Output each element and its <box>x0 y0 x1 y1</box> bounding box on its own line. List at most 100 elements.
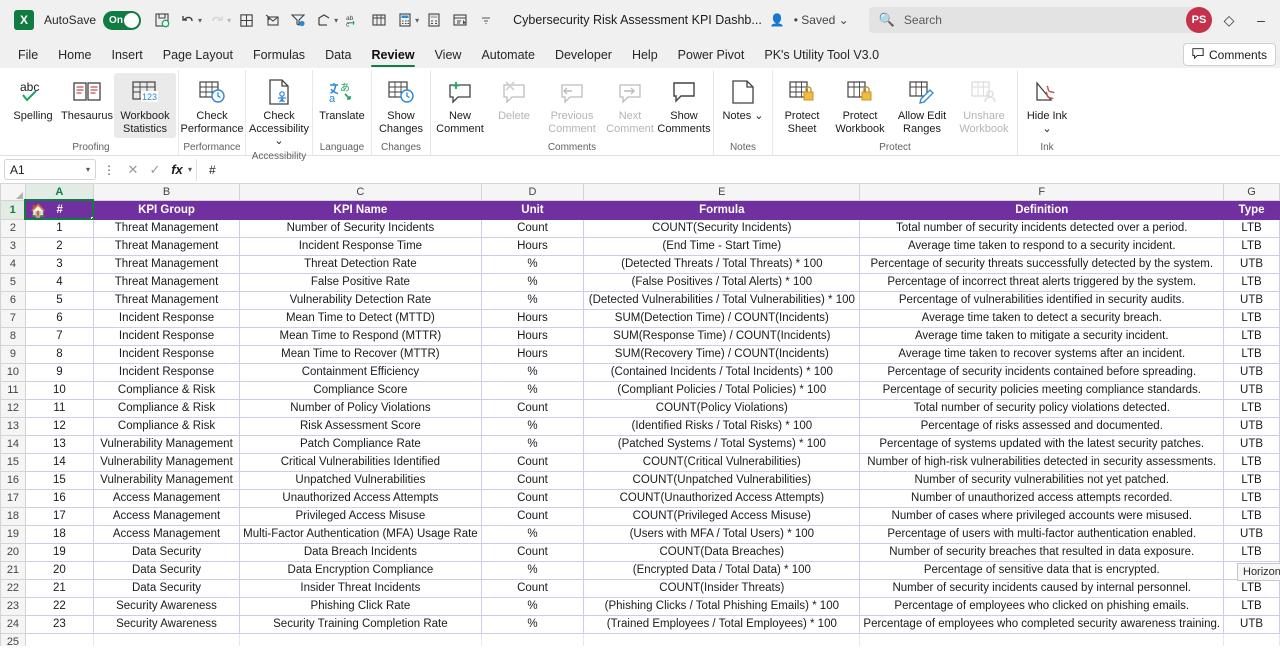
cell-group[interactable]: Compliance & Risk <box>92 416 241 436</box>
cell-unit[interactable]: Hours <box>480 326 585 346</box>
cell-n[interactable]: 6 <box>24 308 94 328</box>
cell-formula[interactable]: COUNT(Unpatched Vulnerabilities) <box>583 470 861 490</box>
cell-type[interactable]: UTB <box>1223 614 1280 634</box>
cell-empty[interactable] <box>583 632 861 646</box>
tab-page-layout[interactable]: Page Layout <box>153 45 243 68</box>
cell-n[interactable]: 7 <box>24 326 94 346</box>
cell-definition[interactable]: Number of security vulnerabilities not y… <box>859 470 1225 490</box>
cell-group[interactable]: Incident Response <box>92 308 241 328</box>
cell-type[interactable]: LTB <box>1223 578 1280 598</box>
cell-n[interactable]: 8 <box>24 344 94 364</box>
row-header-15[interactable]: 15 <box>0 452 26 472</box>
cell-kpi[interactable]: Data Encryption Compliance <box>239 560 482 580</box>
cell-group[interactable]: Data Security <box>92 578 241 598</box>
row-header-4[interactable]: 4 <box>0 254 26 274</box>
cell-kpi[interactable]: Data Breach Incidents <box>239 542 482 562</box>
minimize-button[interactable]: – <box>1246 6 1276 34</box>
cell-type[interactable]: LTB <box>1223 470 1280 490</box>
cell-kpi[interactable]: Insider Threat Incidents <box>239 578 482 598</box>
tab-file[interactable]: File <box>8 45 48 68</box>
ribbon-button-translate[interactable]: あ a Translate <box>315 73 369 126</box>
formula-input[interactable]: # <box>196 158 1276 181</box>
calculator2-icon[interactable] <box>421 7 447 33</box>
cell-unit[interactable]: Count <box>480 398 585 418</box>
cell-n[interactable]: 2 <box>24 236 94 256</box>
cell-kpi[interactable]: Patch Compliance Rate <box>239 434 482 454</box>
tab-view[interactable]: View <box>425 45 472 68</box>
cell-unit[interactable]: Count <box>480 488 585 508</box>
cell-type[interactable]: LTB <box>1223 326 1280 346</box>
cell-unit[interactable]: Hours <box>480 308 585 328</box>
tab-pk-s-utility-tool-v3-0[interactable]: PK's Utility Tool V3.0 <box>754 45 889 68</box>
row-header-2[interactable]: 2 <box>0 218 26 238</box>
cell-kpi[interactable]: Critical Vulnerabilities Identified <box>239 452 482 472</box>
cell-group[interactable]: Threat Management <box>92 236 241 256</box>
cell-unit[interactable]: % <box>480 362 585 382</box>
cell-empty[interactable] <box>1223 632 1280 646</box>
comments-button[interactable]: Comments <box>1182 43 1276 66</box>
row-header-25[interactable]: 25 <box>0 632 26 646</box>
cell-kpi[interactable]: Threat Detection Rate <box>239 254 482 274</box>
cell-formula[interactable]: (Phishing Clicks / Total Phishing Emails… <box>583 596 861 616</box>
cell-type[interactable]: LTB <box>1223 452 1280 472</box>
cell-formula[interactable]: (End Time - Start Time) <box>583 236 861 256</box>
cell-definition[interactable]: Number of cases where privileged account… <box>859 506 1225 526</box>
cell-n[interactable]: 1 <box>24 218 94 238</box>
ribbon-button-new-comment[interactable]: New Comment <box>433 73 487 138</box>
cell-type[interactable]: UTB <box>1223 362 1280 382</box>
fill-handle[interactable] <box>90 216 93 218</box>
insert-function-icon[interactable]: fx <box>166 159 188 181</box>
cell-kpi[interactable]: Privileged Access Misuse <box>239 506 482 526</box>
tab-insert[interactable]: Insert <box>102 45 153 68</box>
ribbon-button-check-accessibility[interactable]: Check Accessibility ⌄ <box>248 73 310 151</box>
cell-definition[interactable]: Number of security breaches that resulte… <box>859 542 1225 562</box>
ribbon-button-protect-workbook[interactable]: Protect Workbook <box>829 73 891 138</box>
ribbon-button-notes[interactable]: Notes ⌄ <box>716 73 770 126</box>
cell-group[interactable]: Access Management <box>92 488 241 508</box>
cell-unit[interactable]: Count <box>480 542 585 562</box>
cell-definition[interactable]: Percentage of security policies meeting … <box>859 380 1225 400</box>
tab-automate[interactable]: Automate <box>471 45 545 68</box>
cell-n[interactable]: 12 <box>24 416 94 436</box>
cell-unit[interactable]: Count <box>480 506 585 526</box>
row-header-17[interactable]: 17 <box>0 488 26 508</box>
tab-review[interactable]: Review <box>361 45 424 68</box>
cell-type[interactable]: LTB <box>1223 506 1280 526</box>
share-caret-icon[interactable]: ▾ <box>334 16 338 25</box>
column-header-B[interactable]: B <box>92 184 241 201</box>
cell-definition[interactable]: Number of high-risk vulnerabilities dete… <box>859 452 1225 472</box>
cell-n[interactable]: 11 <box>24 398 94 418</box>
cell-n[interactable]: 10 <box>24 380 94 400</box>
cell-n[interactable]: 15 <box>24 470 94 490</box>
cell-type[interactable]: LTB <box>1223 344 1280 364</box>
cell-type[interactable]: UTB <box>1223 254 1280 274</box>
save-icon[interactable] <box>149 7 175 33</box>
filter-icon[interactable] <box>285 7 311 33</box>
cell-type[interactable]: UTB <box>1223 434 1280 454</box>
cell-unit[interactable]: % <box>480 614 585 634</box>
ribbon-button-check-performance[interactable]: Check Performance <box>181 73 244 138</box>
cell-definition[interactable]: Percentage of risks assessed and documen… <box>859 416 1225 436</box>
cell-unit[interactable]: % <box>480 272 585 292</box>
cell-unit[interactable]: % <box>480 416 585 436</box>
cell-formula[interactable]: (Detected Vulnerabilities / Total Vulner… <box>583 290 861 310</box>
cell-group[interactable]: Data Security <box>92 542 241 562</box>
cell-definition[interactable]: Percentage of employees who completed se… <box>859 614 1225 634</box>
cell-type[interactable]: UTB <box>1223 524 1280 544</box>
cancel-icon[interactable]: ✕ <box>122 159 144 181</box>
cell-definition[interactable]: Percentage of security incidents contain… <box>859 362 1225 382</box>
cell-formula[interactable]: COUNT(Unauthorized Access Attempts) <box>583 488 861 508</box>
cell-kpi[interactable]: Multi-Factor Authentication (MFA) Usage … <box>239 524 482 544</box>
cell-n[interactable]: 4 <box>24 272 94 292</box>
cell-definition[interactable]: Number of security incidents caused by i… <box>859 578 1225 598</box>
header-cell-[interactable]: 🏠 # <box>24 199 95 220</box>
cell-formula[interactable]: COUNT(Privileged Access Misuse) <box>583 506 861 526</box>
cell-definition[interactable]: Average time taken to respond to a secur… <box>859 236 1225 256</box>
cell-kpi[interactable]: Unpatched Vulnerabilities <box>239 470 482 490</box>
ribbon-button-workbook-statistics[interactable]: 123 Workbook Statistics <box>114 73 176 138</box>
cell-definition[interactable]: Percentage of incorrect threat alerts tr… <box>859 272 1225 292</box>
cell-definition[interactable]: Total number of security policy violatio… <box>859 398 1225 418</box>
cell-kpi[interactable]: Number of Security Incidents <box>239 218 482 238</box>
cell-definition[interactable]: Average time taken to recover systems af… <box>859 344 1225 364</box>
tab-formulas[interactable]: Formulas <box>243 45 315 68</box>
